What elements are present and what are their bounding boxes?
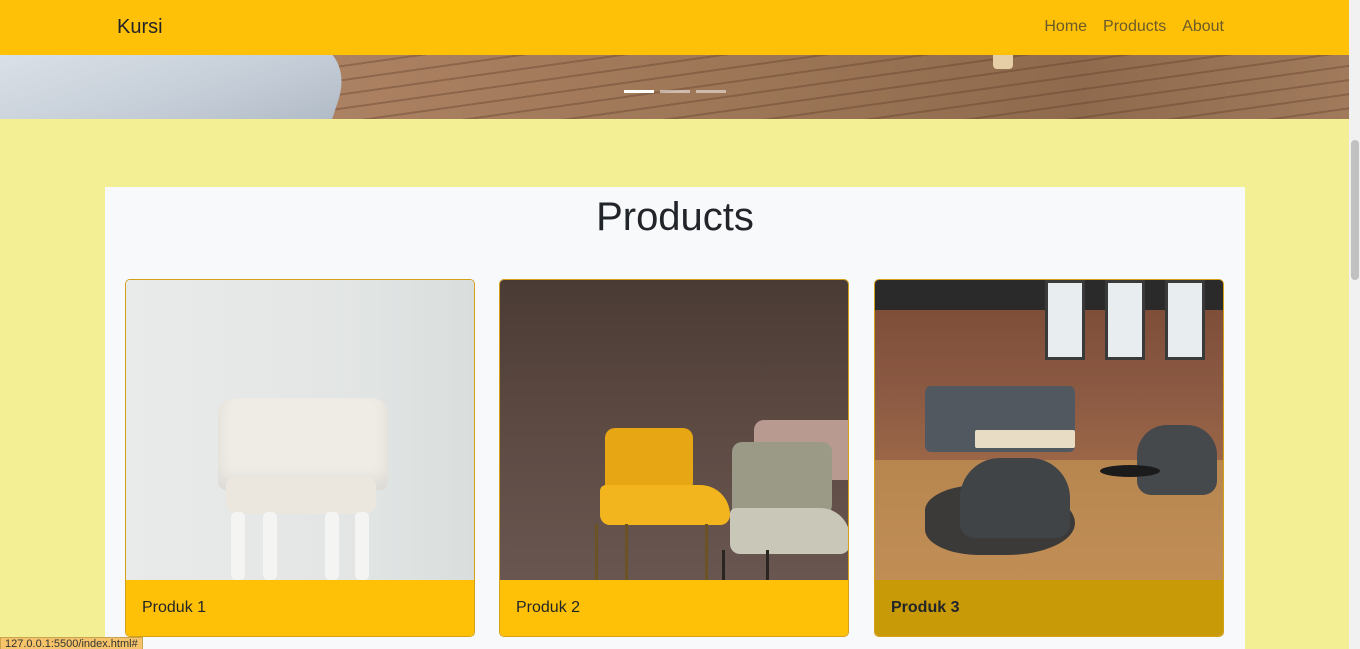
scrollbar[interactable] [1349, 0, 1360, 649]
furniture-leg-shape [993, 55, 1013, 69]
product-card-3[interactable]: Produk 3 [874, 279, 1224, 637]
yellow-chair-seat-shape [600, 485, 730, 525]
chair-seat-shape [226, 476, 376, 514]
grey-chair-leg [766, 550, 769, 580]
product-card-label-3: Produk 3 [875, 580, 1223, 636]
status-bar-url: 127.0.0.1:5500/index.html# [0, 637, 143, 649]
yellow-chair-leg [625, 524, 628, 580]
side-table-shape [1100, 465, 1160, 477]
carousel-indicators [624, 90, 726, 93]
grey-chair-leg [722, 550, 725, 580]
window-shape [1165, 280, 1205, 360]
product-card-1[interactable]: Produk 1 [125, 279, 475, 637]
nav-link-home[interactable]: Home [1044, 18, 1087, 36]
yellow-chair-leg [705, 524, 708, 580]
armchair-shape [1137, 425, 1217, 495]
chair-legs-shape [231, 512, 371, 580]
scroll-thumb[interactable] [1351, 140, 1359, 280]
nav-link-about[interactable]: About [1182, 18, 1224, 36]
window-shape [1045, 280, 1085, 360]
coffee-table-shape [975, 430, 1075, 448]
armchair-shape [960, 458, 1070, 538]
product-image-2 [500, 280, 848, 580]
section-title: Products [596, 195, 754, 239]
product-card-label-1: Produk 1 [126, 580, 474, 636]
product-card-label-2: Produk 2 [500, 580, 848, 636]
product-image-1 [126, 280, 474, 580]
grey-chair-seat-shape [730, 508, 848, 554]
nav-links: Home Products About [1044, 18, 1224, 36]
products-section: Products Produk 1 Produk 2 Produk 3 [105, 187, 1245, 649]
carousel-indicator-2[interactable] [660, 90, 690, 93]
navbar: Kursi Home Products About [0, 0, 1349, 55]
carousel-indicator-3[interactable] [696, 90, 726, 93]
nav-link-products[interactable]: Products [1103, 18, 1166, 36]
product-image-3 [875, 280, 1223, 580]
yellow-chair-leg [595, 524, 598, 580]
carousel-indicator-1[interactable] [624, 90, 654, 93]
brand-link[interactable]: Kursi [117, 16, 163, 39]
window-shape [1105, 280, 1145, 360]
product-card-2[interactable]: Produk 2 [499, 279, 849, 637]
